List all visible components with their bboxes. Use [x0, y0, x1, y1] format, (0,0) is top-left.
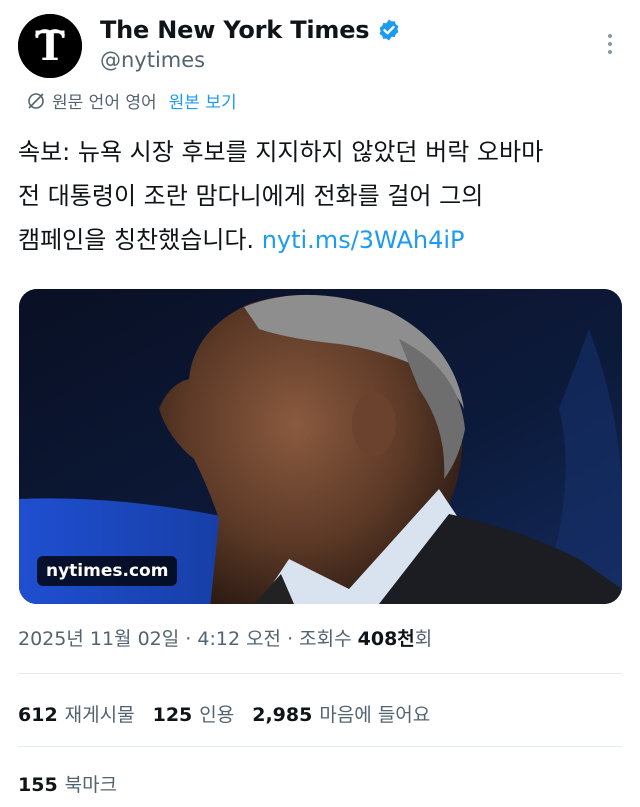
meta-separator: · — [179, 628, 198, 650]
display-name[interactable]: The New York Times — [100, 16, 370, 44]
divider — [18, 673, 622, 674]
tweet-text-line-1: 속보: 뉴욕 시장 후보를 지지하지 않았던 버락 오바마 — [18, 138, 544, 166]
tweet-text-line-2: 전 대통령이 조란 맘다니에게 전화를 걸어 그의 — [18, 182, 484, 210]
tweet-text-line-3: 캠페인을 칭찬했습니다. nyti.ms/3WAh4iP — [18, 218, 622, 262]
likes-stat[interactable]: 2,985 마음에 들어요 — [252, 700, 430, 727]
meta-separator: · — [281, 628, 300, 650]
tweet-text-line-3-body: 캠페인을 칭찬했습니다. — [18, 226, 262, 254]
engagement-stats: 612 재게시물 125 인용 2,985 마음에 들어요 — [18, 700, 448, 727]
bookmarks-stat[interactable]: 155 북마크 — [18, 770, 117, 797]
media-card[interactable]: nytimes.com — [19, 289, 622, 604]
bookmarks-label: 북마크 — [64, 774, 118, 796]
views-count: 408천 — [357, 628, 415, 650]
globe-slash-icon — [28, 92, 44, 109]
tweet-date[interactable]: 2025년 11월 02일 — [18, 628, 179, 650]
tweet-text: 속보: 뉴욕 시장 후보를 지지하지 않았던 버락 오바마 전 대통령이 조란 … — [18, 130, 622, 262]
quotes-count: 125 — [152, 704, 193, 726]
quotes-stat[interactable]: 125 인용 — [153, 700, 235, 727]
name-row: The New York Times — [100, 16, 401, 44]
translation-label: 원문 언어 영어 — [52, 93, 157, 113]
translation-bar: 원문 언어 영어 원본 보기 — [26, 88, 237, 113]
more-vertical-icon[interactable] — [598, 30, 622, 58]
account-handle[interactable]: @nytimes — [100, 48, 205, 72]
tweet-header: T The New York Times @nytimes — [18, 12, 622, 78]
views-label: 조회수 — [299, 628, 358, 650]
reposts-label: 재게시물 — [64, 704, 135, 726]
tweet-page: T The New York Times @nytimes 원문 언어 영어 원… — [0, 0, 640, 807]
verified-badge-icon — [379, 19, 399, 41]
reposts-count: 612 — [18, 704, 58, 726]
bookmarks-count: 155 — [18, 774, 58, 796]
svg-text:T: T — [35, 23, 65, 70]
quotes-label: 인용 — [199, 704, 235, 726]
views-suffix: 회 — [414, 628, 433, 650]
show-original-link[interactable]: 원본 보기 — [169, 88, 237, 113]
likes-label: 마음에 들어요 — [319, 704, 431, 726]
divider — [18, 746, 622, 747]
tweet-meta: 2025년 11월 02일 · 4:12 오전 · 조회수 408천회 — [18, 624, 432, 651]
nyt-logo-icon[interactable]: T — [18, 14, 82, 78]
tweet-time[interactable]: 4:12 오전 — [197, 628, 281, 650]
media-domain-badge: nytimes.com — [37, 556, 178, 586]
tweet-link[interactable]: nyti.ms/3WAh4iP — [262, 226, 465, 254]
likes-count: 2,985 — [252, 704, 313, 726]
reposts-stat[interactable]: 612 재게시물 — [18, 700, 135, 727]
